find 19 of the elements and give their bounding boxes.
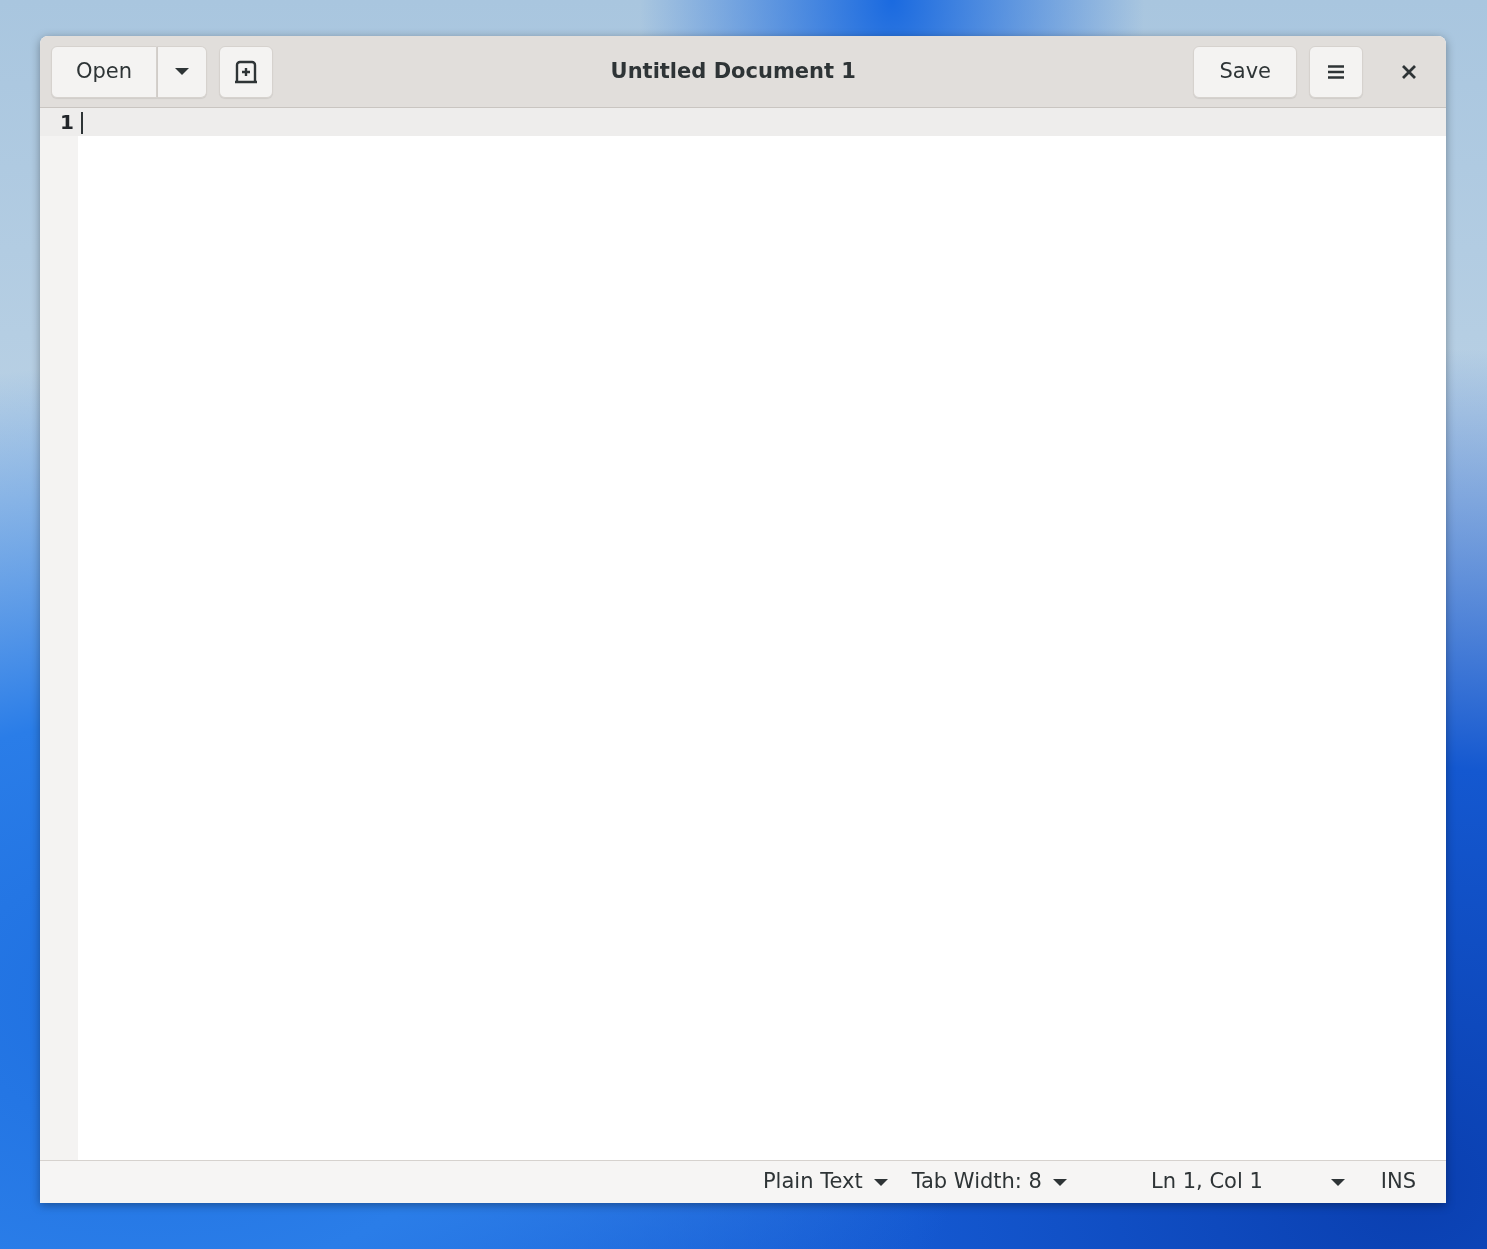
status-dropdown[interactable]: Tab Width: 8 bbox=[899, 1166, 1079, 1198]
open-menu-button[interactable] bbox=[157, 45, 208, 98]
close-icon bbox=[1402, 64, 1416, 79]
new-tab-icon bbox=[233, 59, 260, 84]
menu-icon bbox=[1328, 64, 1344, 79]
caret-icon bbox=[1330, 1178, 1345, 1186]
caret-icon bbox=[1053, 1178, 1067, 1186]
status-dropdown[interactable]: Plain Text bbox=[750, 1166, 900, 1198]
window-title: Untitled Document 1 bbox=[609, 57, 857, 85]
line-number: 1 bbox=[40, 108, 78, 136]
new-document-button[interactable] bbox=[219, 45, 274, 98]
caret-icon bbox=[175, 68, 190, 75]
menu-button[interactable] bbox=[1309, 45, 1363, 98]
status-dropdown[interactable]: Ln 1, Col 1 bbox=[1139, 1166, 1357, 1198]
caret-icon bbox=[873, 1178, 888, 1186]
open-button[interactable]: Open bbox=[51, 45, 158, 98]
insert-mode-label: INS bbox=[1380, 1168, 1416, 1196]
text-cursor bbox=[81, 112, 83, 134]
save-button[interactable]: Save bbox=[1193, 45, 1297, 98]
